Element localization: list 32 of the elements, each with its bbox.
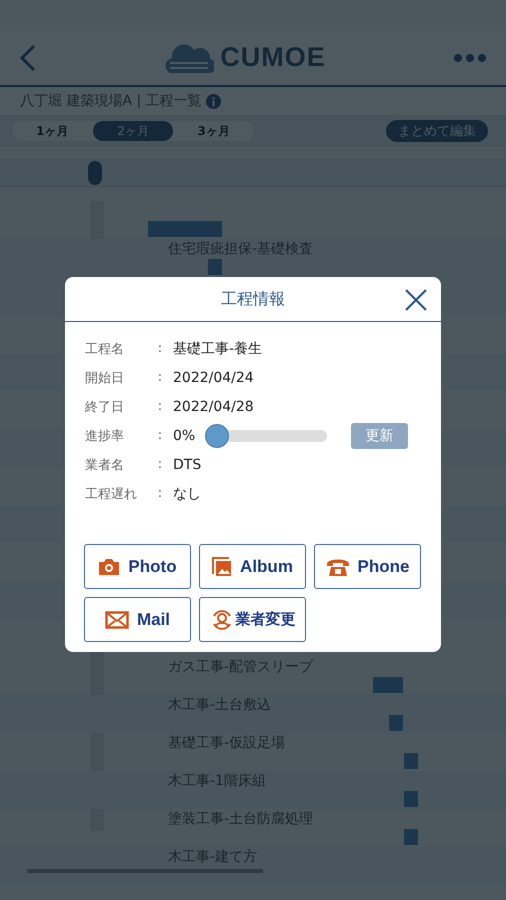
field-value: 0% [173, 428, 196, 444]
field-label: 進捗率 [85, 428, 125, 444]
field-label: 工程名 [85, 340, 125, 358]
field-value: 基礎工事-養生 [173, 340, 262, 358]
field-label: 終了日 [85, 398, 125, 416]
mail-icon [104, 610, 129, 628]
colon: : [156, 370, 164, 385]
colon: : [156, 341, 164, 356]
colon: : [156, 457, 164, 472]
action-button[interactable]: Phone [314, 544, 421, 589]
field-value: なし [173, 484, 201, 502]
action-button[interactable]: Mail [84, 597, 191, 642]
slider-thumb[interactable] [205, 424, 230, 448]
colon: : [156, 486, 164, 501]
close-button[interactable] [403, 287, 429, 313]
phone-icon [326, 556, 350, 576]
colon: : [156, 399, 164, 414]
action-button[interactable]: 業者変更 [199, 597, 306, 642]
field-value: 2022/04/28 [173, 398, 254, 414]
action-button[interactable]: Photo [84, 544, 191, 589]
field-label: 工程遅れ [85, 486, 138, 502]
app-logo: CUMOE [220, 42, 326, 73]
action-button[interactable]: Album [199, 544, 306, 589]
field-value: DTS [173, 456, 202, 472]
colon: : [156, 428, 164, 443]
field-value: 2022/04/24 [173, 370, 254, 386]
camera-icon [98, 558, 120, 576]
field-label: 業者名 [85, 456, 125, 474]
field-label: 開始日 [85, 370, 125, 386]
dialog-title: 工程情報 [221, 288, 285, 310]
progress-slider[interactable] [205, 424, 328, 448]
picture-icon [212, 556, 232, 576]
